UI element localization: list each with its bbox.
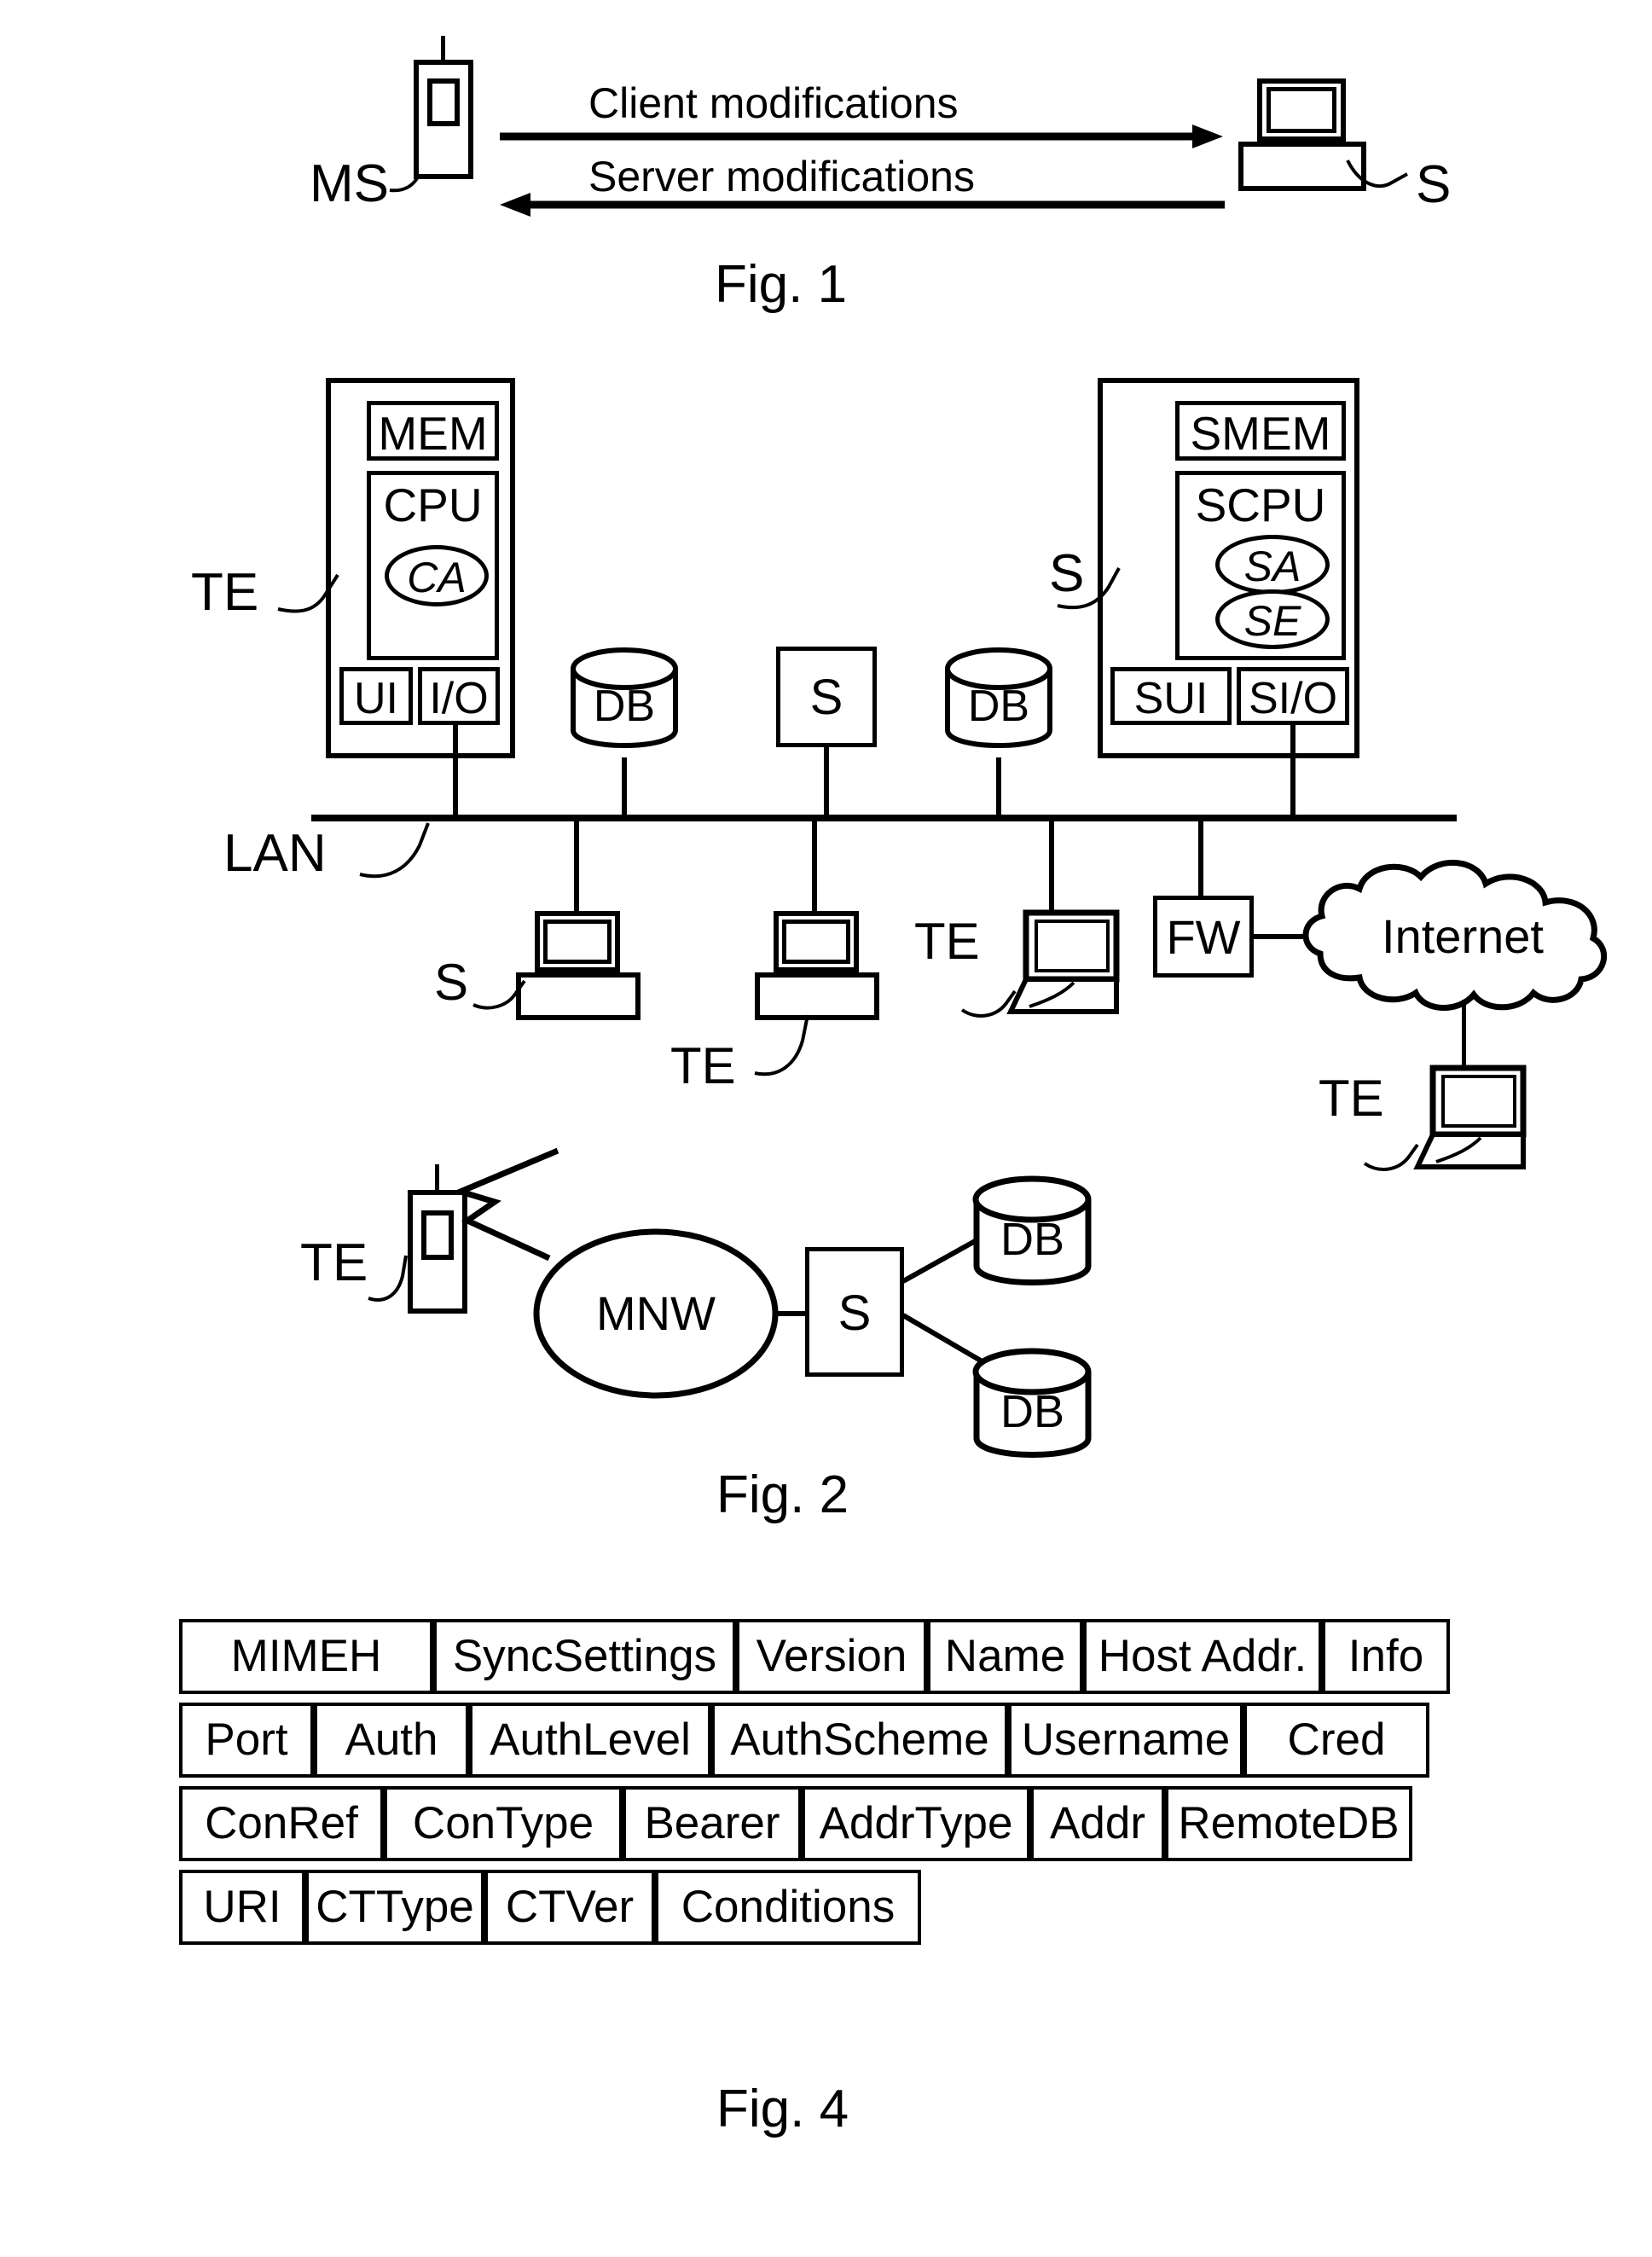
table-cell: Addr	[1030, 1786, 1165, 1861]
table-cell: AuthLevel	[469, 1703, 711, 1778]
table-cell: ConRef	[179, 1786, 384, 1861]
table-cell: Cred	[1243, 1703, 1429, 1778]
table-cell: Info	[1322, 1619, 1450, 1694]
table-row: ConRef ConType Bearer AddrType Addr Remo…	[179, 1786, 1458, 1861]
fig4-caption: Fig. 4	[716, 2080, 849, 2138]
table-cell: Port	[179, 1703, 314, 1778]
table-cell: ConType	[384, 1786, 623, 1861]
table-cell: CTVer	[484, 1870, 655, 1945]
patent-figure-sheet: MS Client modifications Server modificat…	[0, 0, 1652, 2257]
figure-4: MIMEH SyncSettings Version Name Host Add…	[0, 0, 1652, 2257]
table-row: Port Auth AuthLevel AuthScheme Username …	[179, 1703, 1458, 1778]
table-cell: Conditions	[655, 1870, 921, 1945]
table-cell: CTType	[305, 1870, 484, 1945]
table-cell: Bearer	[623, 1786, 802, 1861]
table-cell: AddrType	[802, 1786, 1030, 1861]
table-cell: Name	[927, 1619, 1083, 1694]
table-row: URI CTType CTVer Conditions	[179, 1870, 1458, 1945]
table-cell: MIMEH	[179, 1619, 433, 1694]
table-cell: URI	[179, 1870, 305, 1945]
table-cell: AuthScheme	[711, 1703, 1008, 1778]
table-row: MIMEH SyncSettings Version Name Host Add…	[179, 1619, 1458, 1694]
table-cell: SyncSettings	[433, 1619, 736, 1694]
table-cell: RemoteDB	[1165, 1786, 1412, 1861]
table-cell: Version	[736, 1619, 927, 1694]
table-cell: Username	[1008, 1703, 1243, 1778]
table-cell: Auth	[314, 1703, 469, 1778]
table-cell: Host Addr.	[1083, 1619, 1322, 1694]
